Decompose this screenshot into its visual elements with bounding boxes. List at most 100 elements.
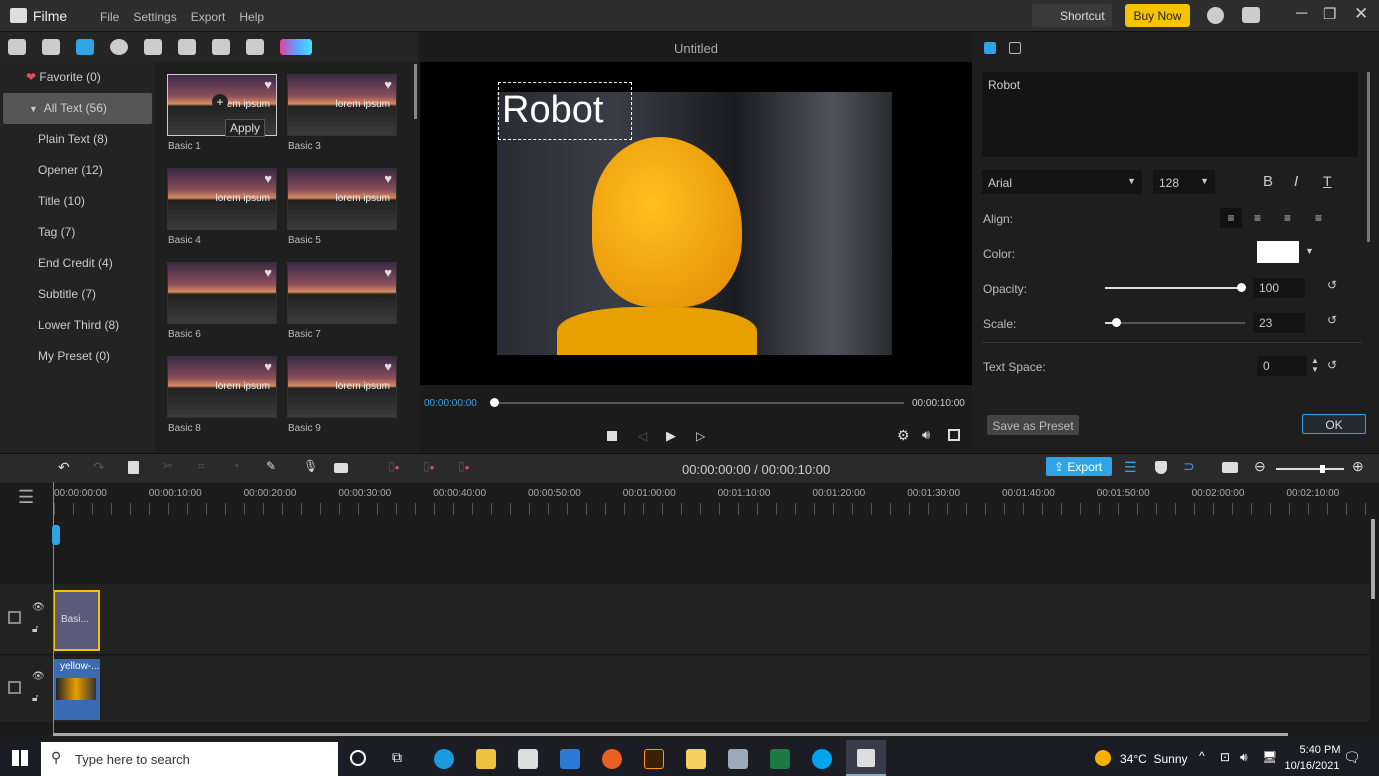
- next-frame-icon[interactable]: ▷: [696, 429, 705, 443]
- edit-icon[interactable]: ✎: [266, 459, 276, 473]
- eye-icon[interactable]: 👁︎: [32, 671, 45, 682]
- menu-file[interactable]: File: [100, 10, 119, 24]
- font-size-select[interactable]: 128 ▼: [1153, 170, 1215, 194]
- zoom-out-icon[interactable]: ⊖: [1254, 458, 1266, 475]
- weather-text[interactable]: 34°C Sunny: [1120, 752, 1188, 766]
- sticker-icon[interactable]: [110, 39, 128, 55]
- reset-opacity-icon[interactable]: ↺: [1327, 278, 1337, 292]
- network-icon[interactable]: 🖥︎: [1262, 750, 1277, 764]
- track-settings-icon[interactable]: ☰: [1124, 459, 1137, 476]
- text-space-input[interactable]: 0: [1257, 356, 1307, 376]
- apply-button[interactable]: Apply: [225, 119, 266, 137]
- scrollbar[interactable]: [1367, 72, 1370, 242]
- transition-icon[interactable]: [144, 39, 162, 55]
- firefox-icon[interactable]: [602, 749, 622, 769]
- text-overlay-box[interactable]: Robot: [498, 82, 632, 140]
- template-thumbnail[interactable]: ♥: [287, 262, 397, 324]
- message-icon[interactable]: [1242, 7, 1260, 23]
- template-scrollbar[interactable]: [414, 64, 417, 119]
- scale-slider[interactable]: [1105, 318, 1245, 327]
- template-thumbnail[interactable]: ♥ lorem ipsum: [167, 168, 277, 230]
- meet-icon[interactable]: ⊡: [1220, 750, 1230, 764]
- align-left-icon[interactable]: ≡: [1220, 208, 1242, 228]
- minimize-icon[interactable]: ─: [1296, 5, 1307, 23]
- chevron-up-icon[interactable]: ^: [1199, 749, 1205, 763]
- edge-icon[interactable]: [434, 749, 454, 769]
- folder-icon[interactable]: [42, 39, 60, 55]
- app-icon[interactable]: [728, 749, 748, 769]
- favorite-heart-icon[interactable]: ♥: [264, 359, 272, 374]
- task-view-icon[interactable]: ⧉: [392, 749, 402, 766]
- close-icon[interactable]: ✕: [1354, 4, 1368, 24]
- category-tag[interactable]: Tag (7): [0, 217, 155, 248]
- text-clip[interactable]: Basi...: [53, 590, 100, 651]
- favorite-heart-icon[interactable]: ♥: [384, 171, 392, 186]
- color-gradient-icon[interactable]: [280, 39, 312, 55]
- skype-icon[interactable]: [812, 749, 832, 769]
- text-tab-icon[interactable]: [984, 42, 996, 54]
- zoom-slider[interactable]: [1276, 465, 1344, 473]
- bold-icon[interactable]: B: [1263, 173, 1273, 190]
- timeline-ruler[interactable]: ☰ 00:00:00:00 00:00:10:00 00:00:20:00 00:00…: [0, 483, 1379, 519]
- text-icon[interactable]: [76, 39, 94, 55]
- filters-icon[interactable]: [212, 39, 230, 55]
- redo-icon[interactable]: ↷: [93, 459, 105, 476]
- template-thumbnail[interactable]: ♥: [167, 262, 277, 324]
- menu-export[interactable]: Export: [191, 10, 226, 24]
- favorite-heart-icon[interactable]: ♥: [384, 77, 392, 92]
- italic-icon[interactable]: I: [1294, 173, 1298, 190]
- template-thumbnail[interactable]: ♥ lorem ipsum: [287, 74, 397, 136]
- microphone-icon[interactable]: 🎙︎: [303, 459, 318, 473]
- stop-icon[interactable]: [607, 431, 617, 441]
- underline-icon[interactable]: T: [1323, 173, 1332, 189]
- effects-icon[interactable]: [178, 39, 196, 55]
- template-thumbnail[interactable]: ♥ lorem ipsum: [287, 168, 397, 230]
- eye-icon[interactable]: 👁︎: [32, 602, 45, 613]
- filme-taskbar-button[interactable]: [846, 740, 886, 776]
- lock-icon[interactable]: 🔓︎: [32, 693, 38, 704]
- category-my-preset[interactable]: My Preset (0): [0, 341, 155, 372]
- maximize-icon[interactable]: ❐: [1323, 5, 1336, 23]
- reset-text-space-icon[interactable]: ↺: [1327, 358, 1337, 372]
- lock-icon[interactable]: 🔓︎: [32, 624, 38, 635]
- slider-knob[interactable]: [1112, 318, 1121, 327]
- template-thumbnail[interactable]: ♥ lorem ipsum: [287, 356, 397, 418]
- category-title[interactable]: Title (10): [0, 186, 155, 217]
- fit-timeline-icon[interactable]: [1222, 462, 1238, 473]
- reset-scale-icon[interactable]: ↺: [1327, 313, 1337, 327]
- add-icon[interactable]: +: [212, 94, 228, 110]
- animation-tab-icon[interactable]: [1009, 42, 1021, 54]
- vertical-scrollbar[interactable]: [1371, 519, 1375, 599]
- sticky-notes-icon[interactable]: [686, 749, 706, 769]
- buy-now-button[interactable]: Buy Now: [1125, 4, 1190, 27]
- video-clip[interactable]: yellow-...: [53, 659, 100, 720]
- export-button[interactable]: ⇪ Export: [1046, 457, 1112, 476]
- ok-button[interactable]: OK: [1302, 414, 1366, 434]
- shortcut-button[interactable]: Shortcut: [1032, 4, 1112, 27]
- category-plain-text[interactable]: Plain Text (8): [0, 124, 155, 155]
- scale-input[interactable]: 23: [1253, 313, 1305, 333]
- color-dropdown-icon[interactable]: ▼: [1305, 246, 1314, 256]
- zoom-in-icon[interactable]: ⊕: [1352, 458, 1364, 475]
- category-favorite[interactable]: ❤ Favorite (0): [0, 62, 155, 93]
- opacity-slider[interactable]: [1105, 283, 1246, 292]
- align-right-icon[interactable]: ≡: [1315, 211, 1322, 225]
- favorite-heart-icon[interactable]: ♥: [384, 265, 392, 280]
- menu-icon[interactable]: ☰: [18, 487, 34, 508]
- file-explorer-icon[interactable]: [476, 749, 496, 769]
- favorite-heart-icon[interactable]: ♥: [264, 77, 272, 92]
- horizontal-scrollbar[interactable]: [53, 733, 1288, 736]
- save-preset-button[interactable]: Save as Preset: [987, 415, 1079, 435]
- settings-icon[interactable]: ⚙: [897, 427, 910, 444]
- marker-icon[interactable]: [1155, 461, 1167, 474]
- favorite-heart-icon[interactable]: ♥: [264, 171, 272, 186]
- menu-help[interactable]: Help: [239, 10, 264, 24]
- mail-icon[interactable]: [560, 749, 580, 769]
- delete-icon[interactable]: [128, 461, 139, 474]
- align-justify-icon[interactable]: ≡: [1284, 211, 1291, 225]
- crop-icon[interactable]: ⌗: [198, 459, 205, 474]
- template-thumbnail[interactable]: ♥ lorem ipsum: [167, 356, 277, 418]
- stepper-icon[interactable]: ▲ ▼: [1311, 356, 1319, 374]
- speed-icon[interactable]: ◔: [232, 459, 239, 473]
- favorite-heart-icon[interactable]: ♥: [384, 359, 392, 374]
